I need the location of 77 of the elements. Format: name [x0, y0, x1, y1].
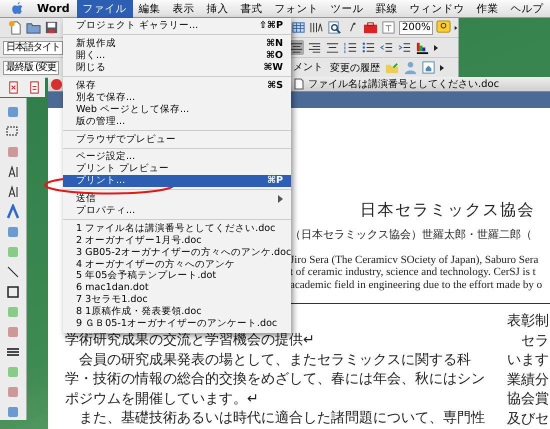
- menu-item[interactable]: Web ページとして保存...: [63, 103, 291, 116]
- body-text-line: 学術研究成果の交流と学習機会の提供↵: [65, 331, 316, 350]
- menu-bar-item[interactable]: フォント: [268, 0, 325, 18]
- body-text-line: また、基礎技術あるいは時代に適合した諸問題について、専門性: [78, 409, 486, 428]
- menu-item[interactable]: 別名で保存...: [63, 91, 291, 104]
- style-dropdown[interactable]: 日本語タイト: [3, 40, 63, 54]
- menu-bar-item[interactable]: ツール: [324, 0, 370, 18]
- comment-dropdown[interactable]: メント: [291, 62, 326, 74]
- body-text-line: 会員の研究成果発表の場として、またセラミックスに関する科: [78, 350, 472, 370]
- menu-item[interactable]: ページ設定...: [63, 151, 291, 163]
- track-changes-button[interactable]: 変更の履歴: [328, 60, 382, 74]
- toolbox-icon[interactable]: [363, 20, 378, 35]
- bulleted-list-icon[interactable]: [361, 40, 376, 55]
- menu-item[interactable]: 8 1原稿作成・発表要領.doc: [63, 306, 291, 318]
- help-icon[interactable]: [436, 20, 451, 35]
- more-arrow-icon[interactable]: [433, 44, 439, 52]
- menu-item[interactable]: 新規作成 ⌘N: [63, 38, 291, 50]
- menu-item[interactable]: 送信: [63, 192, 291, 205]
- table-icon[interactable]: [291, 20, 306, 35]
- body-text-line: 協会賞: [507, 390, 549, 409]
- more-arrow-icon[interactable]: [439, 64, 446, 72]
- body-text-line: います: [507, 351, 549, 370]
- menu-bar-item[interactable]: 書式: [234, 0, 269, 18]
- author-line: （日本セラミックス協会）世羅太郎・世羅二郎（: [290, 226, 533, 242]
- menu-item[interactable]: 3 GB05-2オーガナイザーの方々へのアンケ.doc: [63, 246, 291, 258]
- menu-bar-item[interactable]: 表示: [166, 0, 201, 18]
- menu-item[interactable]: 保存 ⌘S: [63, 80, 291, 92]
- menu-item[interactable]: ブラウザでプレビュー: [63, 133, 291, 146]
- apple-logo-icon[interactable]: [12, 2, 23, 15]
- magnifier-icon[interactable]: [327, 20, 342, 35]
- body-text-line: 業績分: [507, 370, 549, 390]
- menu-bar-item[interactable]: 編集: [132, 0, 167, 18]
- save-icon[interactable]: [44, 20, 59, 35]
- body-text-line: 表彰制: [507, 312, 549, 331]
- menu-item[interactable]: 4 オーガナイザーの方々へのアンケ: [63, 258, 291, 270]
- numbered-list-icon[interactable]: [343, 40, 358, 55]
- menu-bar-item[interactable]: 罫線: [370, 0, 404, 18]
- menu-item[interactable]: 7 3セラモ1.doc: [63, 294, 291, 306]
- menu-item[interactable]: 開く... ⌘O: [63, 50, 291, 62]
- columns-icon[interactable]: [309, 20, 324, 35]
- line-icon[interactable]: [5, 264, 21, 280]
- view-dropdown[interactable]: 最終版 (変更: [3, 60, 60, 74]
- abstract-line: Jiro Sera (The Ceramicv SOciety of Japan), Saburo Sera: [290, 254, 540, 266]
- new-document-icon[interactable]: [8, 20, 23, 35]
- close-button[interactable]: [51, 78, 62, 90]
- menu-item[interactable]: 閉じる ⌘W: [63, 62, 291, 74]
- menu-bar-item[interactable]: ウィンドウ: [404, 0, 471, 18]
- menu-item[interactable]: 9 ＧＢ05-1オーガナイザーのアンケート.doc: [63, 318, 291, 330]
- rectangle-icon[interactable]: [5, 284, 21, 300]
- body-text-line: 及びセ: [507, 410, 549, 428]
- menu-item[interactable]: プリント... ⌘P: [63, 174, 291, 187]
- window-title: ファイル名は講演番号としてください.doc: [308, 78, 500, 91]
- menu-item[interactable]: 1 ファイル名は講演番号としてください.doc: [63, 222, 291, 234]
- zoom-dropdown[interactable]: 200%: [399, 20, 433, 34]
- menu-item[interactable]: 版の管理...: [63, 115, 291, 128]
- menu-item[interactable]: 6 mac1dan.dot: [63, 282, 291, 294]
- menu-item[interactable]: プリント プレビュー: [63, 162, 291, 175]
- menu-item[interactable]: プロパティ...: [63, 204, 291, 216]
- menu-bar-item[interactable]: 作業: [470, 0, 505, 18]
- document-title: 日本セラミックス協会: [360, 200, 536, 220]
- more-arrow-icon[interactable]: [454, 24, 458, 32]
- text-art-icon[interactable]: [5, 204, 21, 220]
- menu-item[interactable]: 5 年05会予稿テンプレート.dot: [63, 270, 291, 282]
- menu-item[interactable]: プロジェクト ギャラリー... ⇧⌘P: [63, 20, 291, 32]
- menu-item[interactable]: 2 オーガナイザー1月号.doc: [63, 234, 291, 246]
- menu-bar-item[interactable]: ファイル: [76, 0, 133, 18]
- body-text-line: 学・技術の情報の総合的交換をめざして、春には年会、秋にはシン: [65, 370, 486, 389]
- submenu-arrow-icon: [277, 194, 283, 203]
- menu-bar-item[interactable]: ヘルプ: [504, 0, 550, 18]
- body-text-line: セラ: [520, 332, 549, 350]
- menu-bar-item[interactable]: 挿入: [200, 0, 235, 18]
- document-home-icon[interactable]: [421, 60, 436, 75]
- document-icon: [294, 78, 304, 90]
- font-color-icon[interactable]: [415, 40, 430, 55]
- app-name-menu[interactable]: Word: [33, 0, 77, 18]
- abstract-line: academic field in engineering due to the effort made by o: [290, 278, 544, 291]
- body-text-line: ポジウムを開催しています。↵: [65, 390, 260, 408]
